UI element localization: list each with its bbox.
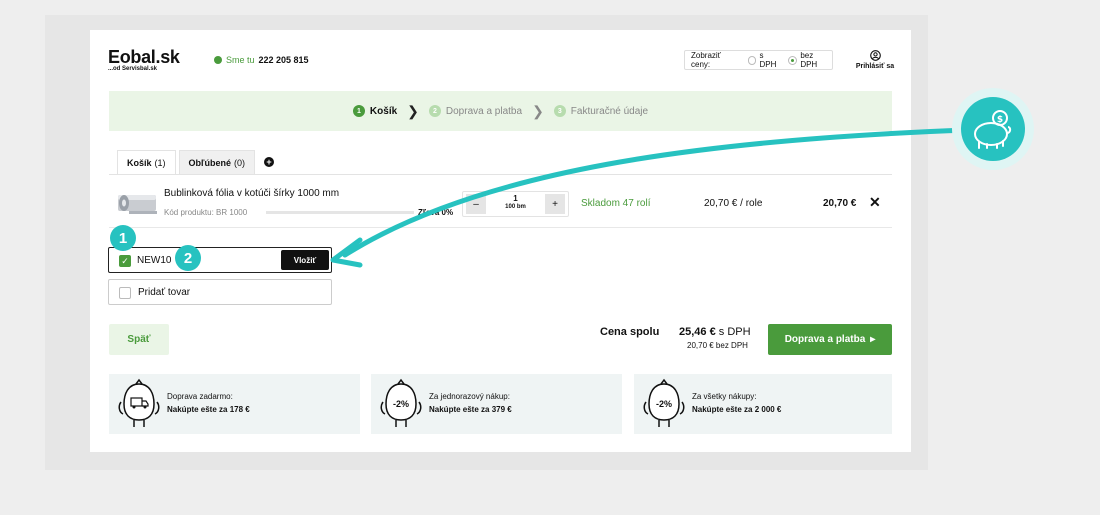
quantity-value: 1 bbox=[513, 193, 518, 203]
cta-label: Doprava a platba bbox=[784, 334, 866, 345]
quantity-unit: 100 bm bbox=[505, 203, 526, 210]
total-with-vat: 25,46 € s DPH bbox=[679, 326, 751, 338]
login-button[interactable]: Prihlásiť sa bbox=[855, 50, 895, 70]
annotation-badge-2: 2 bbox=[175, 245, 201, 271]
product-code: Kód produktu: BR 1000 bbox=[164, 208, 248, 217]
unit-price: 20,70 € / role bbox=[704, 198, 763, 209]
phone-label: Sme tu bbox=[226, 55, 255, 65]
total-without-vat: 20,70 € bez DPH bbox=[687, 341, 748, 350]
tab-count: (0) bbox=[233, 157, 245, 168]
coupon-checkbox[interactable]: ✓ bbox=[119, 255, 131, 267]
quantity-input[interactable]: 1 100 bm bbox=[505, 194, 526, 210]
continue-to-shipping-button[interactable]: Doprava a platba ▸ bbox=[768, 324, 892, 355]
quantity-stepper: – 1 100 bm + bbox=[462, 191, 569, 217]
product-name[interactable]: Bublinková fólia v kotúči šírky 1000 mm bbox=[164, 188, 339, 199]
quantity-increase-button[interactable]: + bbox=[545, 194, 565, 214]
annotation-badge-1: 1 bbox=[110, 225, 136, 251]
remove-item-icon[interactable]: ✕ bbox=[869, 194, 881, 211]
radio-with-vat-label: s DPH bbox=[759, 51, 777, 69]
svg-text:$: $ bbox=[997, 115, 1003, 125]
delivery-truck-icon bbox=[118, 378, 160, 427]
line-total: 20,70 € bbox=[823, 198, 857, 209]
login-label: Prihlásiť sa bbox=[855, 63, 895, 70]
site-logo[interactable]: Eobal.sk ...od Servisbal.sk bbox=[108, 47, 180, 72]
radio-without-vat-label: bez DPH bbox=[800, 51, 818, 69]
step-number: 1 bbox=[352, 105, 365, 117]
step-number: 3 bbox=[553, 105, 566, 117]
chevron-right-icon: ❯ bbox=[532, 102, 544, 119]
promo-remaining: Nakúpte ešte za 178 € bbox=[167, 405, 250, 414]
piggy-bank-glyph: $ bbox=[974, 110, 1012, 149]
radio-without-vat[interactable] bbox=[788, 55, 798, 65]
user-icon bbox=[869, 50, 881, 61]
total-with-vat-value: 25,46 € bbox=[679, 326, 716, 338]
step-number: 2 bbox=[428, 105, 441, 117]
tab-cart[interactable]: Košík (1) bbox=[117, 150, 176, 174]
radio-with-vat[interactable] bbox=[747, 55, 757, 65]
checkout-steps: 1 Košík ❯ 2 Doprava a platba ❯ 3 Faktura… bbox=[109, 91, 892, 131]
cart-tabs: Košík (1) Obľúbené (0) + bbox=[117, 150, 274, 174]
total-label: Cena spolu bbox=[600, 326, 660, 338]
promo-card: -2% Za všetky nákupy: Nakúpte ešte za 2 … bbox=[634, 374, 892, 434]
discount-label: Zľava 0% bbox=[418, 208, 454, 217]
price-display-toggle: Zobraziť ceny: s DPH bez DPH bbox=[684, 50, 833, 70]
step-cart[interactable]: 1 Košík bbox=[352, 105, 398, 117]
caret-right-icon: ▸ bbox=[870, 334, 876, 345]
discount-progress-bar bbox=[266, 211, 414, 214]
promo-title: Za všetky nákupy: bbox=[692, 392, 757, 401]
step-billing[interactable]: 3 Fakturačné údaje bbox=[553, 105, 649, 117]
promo-card: -2% Za jednorazový nákup: Nakúpte ešte z… bbox=[371, 374, 622, 434]
total-with-vat-suffix: s DPH bbox=[718, 326, 751, 338]
discount-badge-text: -2% bbox=[656, 399, 672, 409]
tab-count: (1) bbox=[154, 157, 166, 168]
add-item-checkbox[interactable] bbox=[119, 287, 131, 299]
chevron-right-icon: ❯ bbox=[407, 102, 419, 119]
logo-text: Eobal.sk bbox=[108, 47, 180, 67]
step-label: Košík bbox=[369, 105, 398, 117]
phone-icon bbox=[214, 56, 222, 64]
phone-contact[interactable]: Sme tu 222 205 815 bbox=[214, 55, 309, 65]
divider bbox=[109, 174, 892, 175]
back-button[interactable]: Späť bbox=[109, 324, 169, 355]
discount-icon: -2% bbox=[380, 378, 422, 427]
add-item-field[interactable]: Pridať tovar bbox=[108, 279, 332, 305]
promo-remaining: Nakúpte ešte za 379 € bbox=[429, 405, 512, 414]
stock-status: Skladom 47 rolí bbox=[581, 198, 651, 209]
add-tab-icon[interactable]: + bbox=[263, 157, 274, 167]
discount-badge-text: -2% bbox=[393, 399, 409, 409]
step-label: Doprava a platba bbox=[445, 105, 523, 117]
coupon-field: ✓ NEW10 Vložiť bbox=[108, 247, 332, 273]
add-item-label: Pridať tovar bbox=[138, 287, 191, 298]
price-toggle-label: Zobraziť ceny: bbox=[691, 51, 721, 69]
piggy-bank-icon: $ bbox=[952, 88, 1034, 170]
tab-label: Obľúbené bbox=[188, 157, 231, 168]
quantity-decrease-button[interactable]: – bbox=[466, 194, 486, 214]
promo-card: Doprava zadarmo: Nakúpte ešte za 178 € bbox=[109, 374, 360, 434]
step-shipping[interactable]: 2 Doprava a platba bbox=[428, 105, 523, 117]
product-thumbnail[interactable] bbox=[115, 186, 159, 216]
phone-number: 222 205 815 bbox=[258, 55, 309, 65]
step-label: Fakturačné údaje bbox=[570, 105, 649, 117]
tab-label: Košík bbox=[127, 157, 152, 168]
discount-icon: -2% bbox=[643, 378, 685, 427]
cart-item-row: Bublinková fólia v kotúči šírky 1000 mm … bbox=[109, 178, 892, 228]
tab-favorites[interactable]: Obľúbené (0) bbox=[178, 150, 255, 174]
promo-remaining: Nakúpte ešte za 2 000 € bbox=[692, 405, 782, 414]
promo-title: Za jednorazový nákup: bbox=[429, 392, 510, 401]
apply-coupon-button[interactable]: Vložiť bbox=[281, 250, 329, 270]
coupon-input[interactable]: NEW10 bbox=[137, 255, 171, 266]
promo-title: Doprava zadarmo: bbox=[167, 392, 233, 401]
